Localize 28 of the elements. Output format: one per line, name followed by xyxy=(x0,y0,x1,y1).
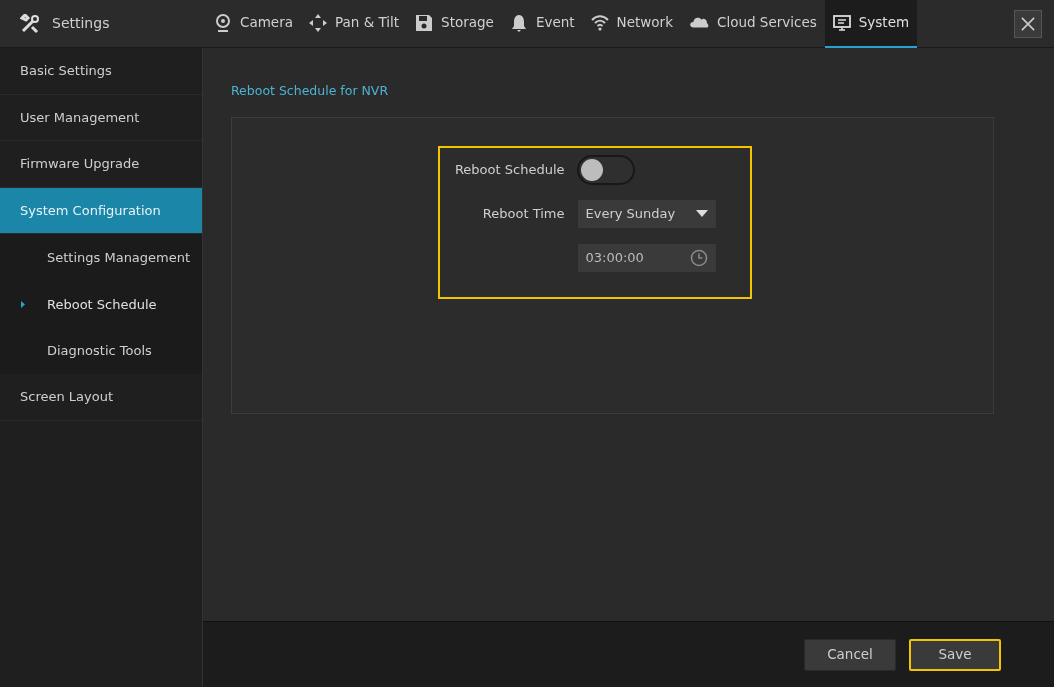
time-field[interactable]: 03:00:00 xyxy=(576,242,717,273)
field-label: Reboot Time xyxy=(481,205,565,223)
webcam-icon xyxy=(214,13,232,32)
nav-tab[interactable]: Cloud Services xyxy=(681,0,825,48)
nav-tab[interactable]: Camera xyxy=(206,0,301,48)
action-button[interactable]: Cancel xyxy=(804,638,896,671)
wifi-icon xyxy=(590,13,609,32)
monitor-icon xyxy=(832,13,851,32)
cloud-icon xyxy=(689,17,709,28)
dropdown-caret-icon xyxy=(695,210,708,218)
settings-title: Settings xyxy=(52,14,110,33)
clock-icon xyxy=(689,248,708,267)
reboot-time-dropdown[interactable]: Every Sunday xyxy=(576,198,717,229)
toggle-switch[interactable] xyxy=(576,154,635,185)
bell-icon xyxy=(509,13,528,32)
nav-tab[interactable]: Pan & Tilt xyxy=(301,0,408,48)
nav-tab[interactable]: Network xyxy=(582,0,681,48)
four-arrows-icon xyxy=(309,13,327,32)
sidebar-item[interactable]: System Configuration xyxy=(0,187,202,235)
nav-tab[interactable]: Storage xyxy=(407,0,502,48)
settings-tools-icon xyxy=(20,13,40,34)
nav-tab[interactable]: System xyxy=(824,0,918,48)
close-button[interactable] xyxy=(1014,9,1042,38)
field-label: Reboot Schedule xyxy=(453,161,565,179)
section-title: Reboot Schedule for NVR xyxy=(231,82,390,100)
nav-tab[interactable]: Event xyxy=(501,0,583,48)
close-icon xyxy=(1021,16,1035,31)
action-button[interactable]: Save xyxy=(909,638,1001,671)
